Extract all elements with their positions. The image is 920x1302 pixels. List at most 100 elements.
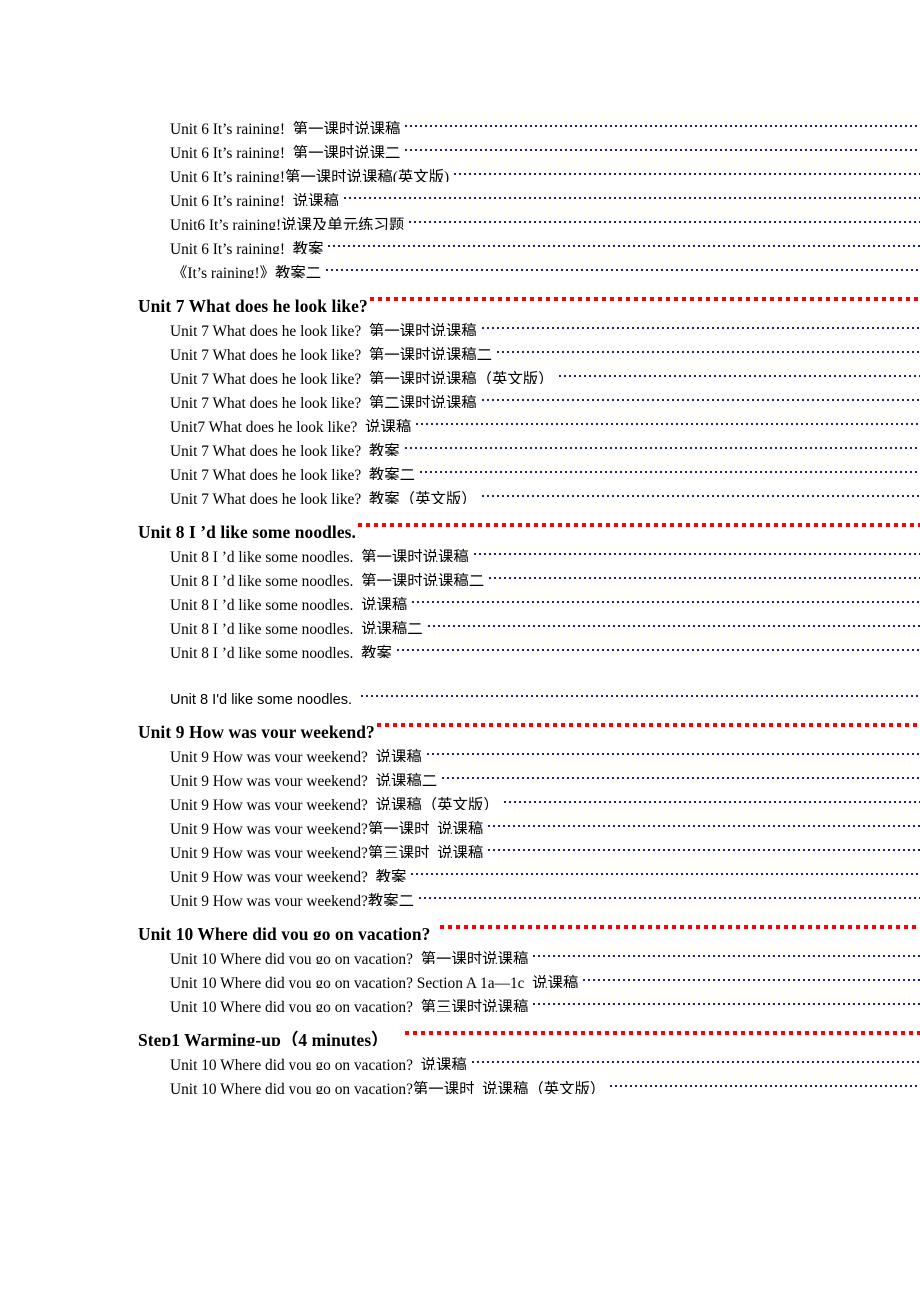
toc-entry[interactable]: Unit 7 What does he look like? 第二课时说课稿	[0, 384, 920, 408]
toc-heading-label: Step1 Warming-up（4 minutes）	[138, 1030, 389, 1046]
toc-entry[interactable]: Unit 9 How was your weekend? 说课稿二	[0, 762, 920, 786]
toc-entry[interactable]: Unit 6 It’s raining!第一课时说课稿(英文版)	[0, 158, 920, 182]
toc-entry-leader	[392, 634, 920, 658]
toc-entry-leader	[484, 562, 920, 586]
toc-entry-leader	[404, 206, 920, 230]
toc-entry-label: Unit 8 I ’d like some noodles. 教案	[170, 645, 392, 658]
toc-heading-leader	[356, 504, 920, 538]
toc-entry-label: Unit 7 What does he look like? 教案二	[170, 467, 416, 480]
toc-heading[interactable]: Unit 9 How was your weekend?	[0, 704, 920, 738]
toc-entry[interactable]: Unit 8 I'd like some noodles.	[0, 680, 920, 704]
toc-heading[interactable]: Unit 8 I ’d like some noodles.	[0, 504, 920, 538]
toc-entry-label: Unit 9 How was your weekend? 说课稿二	[170, 773, 438, 786]
toc-entry-label: Unit6 It’s raining!说课及单元练习题	[170, 217, 405, 230]
toc-entry-label: Unit 9 How was your weekend? 说课稿（英文版）	[170, 797, 499, 810]
toc-entry-label: Unit 6 It’s raining! 第一课时说课稿	[170, 121, 401, 134]
toc-heading-leader	[430, 906, 920, 940]
toc-entry-leader	[528, 988, 920, 1012]
toc-entry-label: Unit 10 Where did you go on vacation? 说课…	[170, 1057, 467, 1070]
toc-entry[interactable]: Unit7 What does he look like? 说课稿	[0, 408, 920, 432]
toc-entry[interactable]: Unit 9 How was your weekend?第一课时 说课稿	[0, 810, 920, 834]
toc-heading-label: Unit 8 I ’d like some noodles.	[138, 522, 356, 538]
toc-entry[interactable]: Unit 10 Where did you go on vacation? 说课…	[0, 1046, 920, 1070]
toc-entry[interactable]: 《It’s raining!》教案二	[0, 254, 920, 278]
toc-entry[interactable]: Unit 7 What does he look like? 教案（英文版）	[0, 480, 920, 504]
toc-entry-label: Unit 7 What does he look like? 教案（英文版）	[170, 491, 477, 504]
toc-entry-leader	[578, 964, 920, 988]
toc-entry-leader	[323, 230, 920, 254]
toc-heading[interactable]: Unit 7 What does he look like?	[0, 278, 920, 312]
toc-entry[interactable]: Unit 8 I ’d like some noodles. 第一课时说课稿	[0, 538, 920, 562]
toc-heading-label: Unit 10 Where did you go on vacation?	[138, 924, 431, 940]
toc-entry-label: Unit 9 How was your weekend? 教案	[170, 869, 407, 882]
toc-entry[interactable]: Unit 9 How was your weekend?第三课时 说课稿	[0, 834, 920, 858]
toc-entry[interactable]: Unit 10 Where did you go on vacation?第一课…	[0, 1070, 920, 1094]
toc-entry-leader	[477, 480, 920, 504]
toc-entry-leader	[477, 384, 920, 408]
toc-entry-label: Unit 8 I'd like some noodles.	[170, 692, 357, 704]
toc-entry[interactable]: Unit 9 How was your weekend? 说课稿（英文版）	[0, 786, 920, 810]
toc-entry[interactable]: Unit 8 I ’d like some noodles. 说课稿二	[0, 610, 920, 634]
toc-heading-label: Unit 7 What does he look like?	[138, 296, 368, 312]
toc-entry-label: Unit 7 What does he look like? 第二课时说课稿	[170, 395, 477, 408]
toc-entry-label: 《It’s raining!》教案二	[172, 265, 322, 278]
toc-entry-label: Unit 9 How was your weekend?第一课时 说课稿	[170, 821, 484, 834]
toc-entry-leader	[605, 1070, 920, 1094]
toc-entry-label: Unit 8 I ’d like some noodles. 说课稿	[170, 597, 408, 610]
toc-entry[interactable]: Unit 7 What does he look like? 教案	[0, 432, 920, 456]
toc-entry-leader	[449, 158, 920, 182]
toc-entry[interactable]: Unit 6 It’s raining! 说课稿	[0, 182, 920, 206]
toc-entry[interactable]: Unit 6 It’s raining! 第一课时说课稿	[0, 110, 920, 134]
toc-entry[interactable]: Unit 7 What does he look like? 第一课时说课稿二	[0, 336, 920, 360]
toc-entry[interactable]: Unit 8 I ’d like some noodles. 教案	[0, 634, 920, 658]
toc-entry-leader	[407, 586, 920, 610]
toc-entry-leader	[492, 336, 920, 360]
toc-entry-label: Unit 6 It’s raining!第一课时说课稿(英文版)	[170, 169, 450, 182]
toc-heading[interactable]: Unit 10 Where did you go on vacation?	[0, 906, 920, 940]
toc-entry-label: Unit 8 I ’d like some noodles. 说课稿二	[170, 621, 423, 634]
toc-entry-label: Unit 8 I ’d like some noodles. 第一课时说课稿	[170, 549, 469, 562]
toc-entry[interactable]: Unit 10 Where did you go on vacation? Se…	[0, 964, 920, 988]
toc-entry-label: Unit 6 It’s raining! 说课稿	[170, 193, 339, 206]
toc-entry-leader	[339, 182, 920, 206]
toc-entry-leader	[356, 680, 920, 704]
toc-entry-label: Unit 7 What does he look like? 第一课时说课稿（英…	[170, 371, 554, 384]
toc-entry-leader	[400, 432, 920, 456]
toc-entry-leader	[400, 110, 920, 134]
toc-entry-leader	[411, 408, 920, 432]
toc-heading[interactable]: Step1 Warming-up（4 minutes）	[0, 1012, 920, 1046]
toc-entry[interactable]: Unit 6 It’s raining! 第一课时说课二	[0, 134, 920, 158]
toc-entry[interactable]: Unit 10 Where did you go on vacation? 第一…	[0, 940, 920, 964]
toc-entry[interactable]: Unit 7 What does he look like? 第一课时说课稿（英…	[0, 360, 920, 384]
toc-entry[interactable]: Unit 10 Where did you go on vacation? 第三…	[0, 988, 920, 1012]
toc-entry[interactable]: Unit 8 I ’d like some noodles. 说课稿	[0, 586, 920, 610]
toc-entry[interactable]: Unit 9 How was your weekend? 说课稿	[0, 738, 920, 762]
toc-entry-leader	[483, 810, 920, 834]
toc-entry[interactable]: Unit 7 What does he look like? 第一课时说课稿	[0, 312, 920, 336]
toc-entry-label: Unit 7 What does he look like? 第一课时说课稿	[170, 323, 477, 336]
toc-heading-leader	[368, 278, 920, 312]
toc-entry[interactable]: Unit 7 What does he look like? 教案二	[0, 456, 920, 480]
toc-heading-leader	[375, 704, 920, 738]
toc-entry-label: Unit 6 It’s raining! 第一课时说课二	[170, 145, 401, 158]
toc-entry-leader	[554, 360, 920, 384]
toc-entry[interactable]: Unit 9 How was your weekend?教案二	[0, 882, 920, 906]
toc-entry-label: Unit7 What does he look like? 说课稿	[170, 419, 412, 432]
toc-entry[interactable]: Unit 8 I ’d like some noodles. 第一课时说课稿二	[0, 562, 920, 586]
toc-entry-leader	[483, 834, 920, 858]
toc-entry[interactable]: Unit6 It’s raining!说课及单元练习题	[0, 206, 920, 230]
toc-entry-leader	[400, 134, 920, 158]
toc-entry-label: Unit 7 What does he look like? 第一课时说课稿二	[170, 347, 493, 360]
toc-entry[interactable]: Unit 6 It’s raining! 教案	[0, 230, 920, 254]
toc-entry-label: Unit 9 How was your weekend? 说课稿	[170, 749, 422, 762]
toc-entry-label: Unit 9 How was your weekend?教案二	[170, 893, 415, 906]
toc-entry-leader	[437, 762, 920, 786]
document-page: Unit 6 It’s raining! 第一课时说课稿 Unit 6 It’s …	[0, 0, 920, 1302]
toc-entry-leader	[406, 858, 920, 882]
toc-entry-label: Unit 7 What does he look like? 教案	[170, 443, 400, 456]
toc-entry-label: Unit 8 I ’d like some noodles. 第一课时说课稿二	[170, 573, 485, 586]
toc-entry[interactable]: Unit 9 How was your weekend? 教案	[0, 858, 920, 882]
toc-entry-leader	[415, 456, 920, 480]
toc-entry-leader	[499, 786, 920, 810]
toc-entry-label: Unit 6 It’s raining! 教案	[170, 241, 324, 254]
